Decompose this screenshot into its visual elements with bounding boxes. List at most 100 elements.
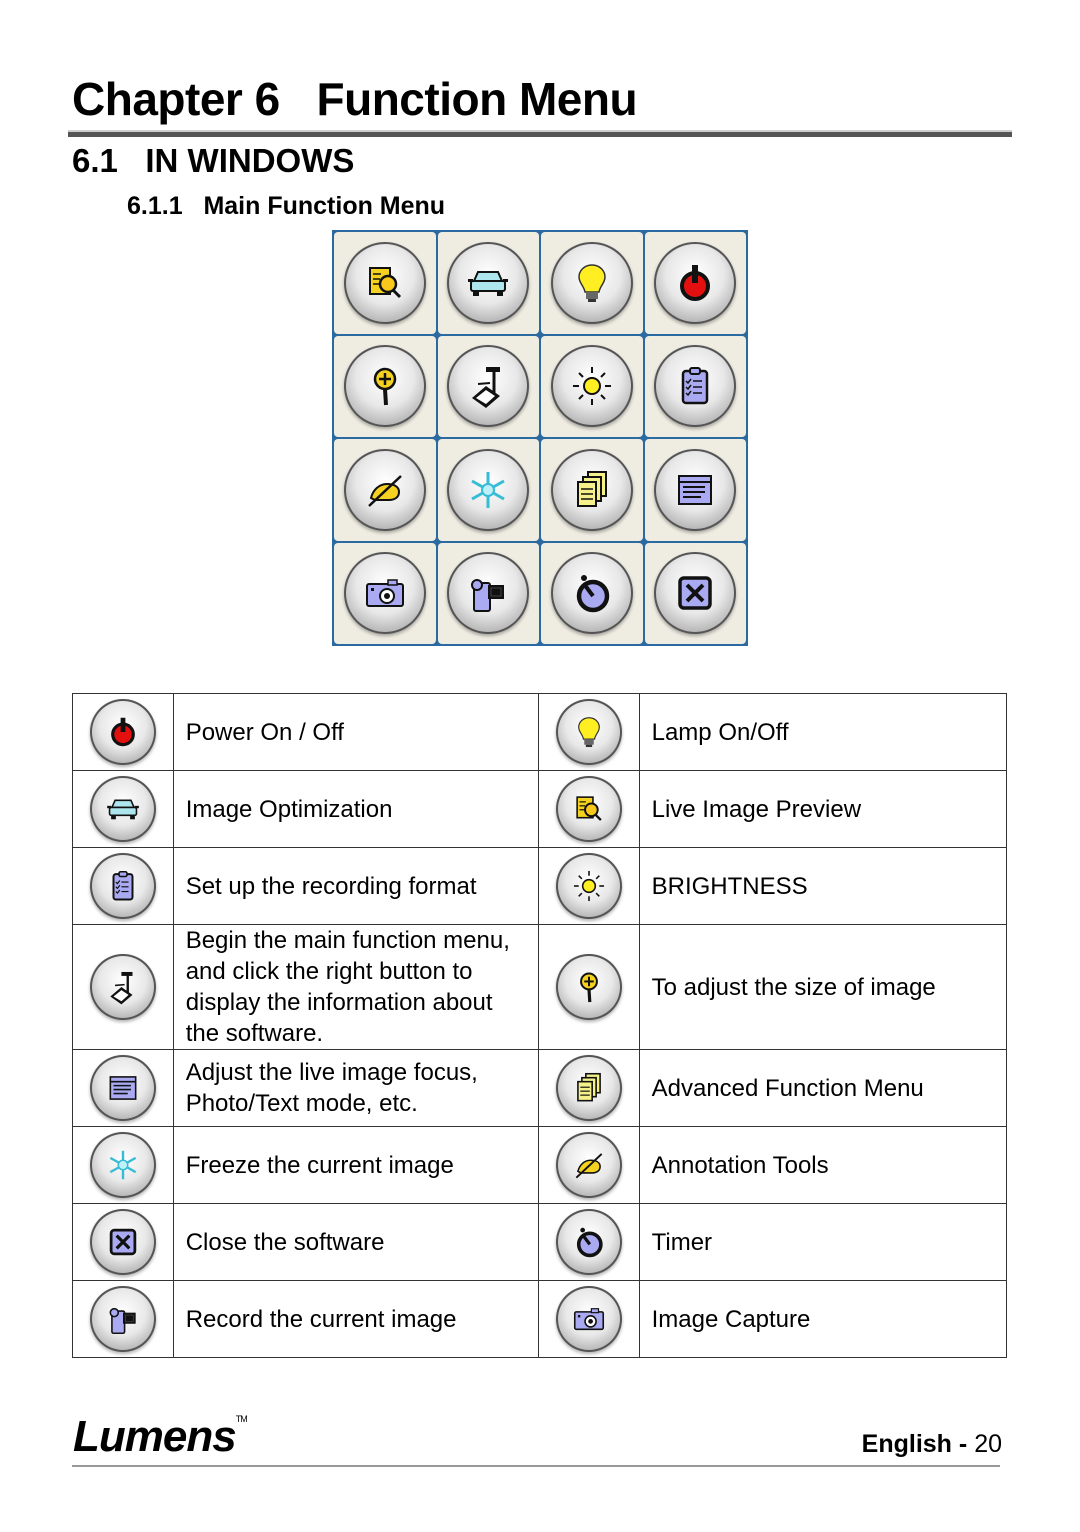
legend-description: Advanced Function Menu [638, 1049, 1008, 1127]
stacked-pages-button [555, 1055, 622, 1121]
menu-cell [644, 232, 746, 334]
camcorder-icon [104, 1300, 142, 1338]
close-box-icon [671, 569, 719, 617]
timer-icon [570, 1223, 608, 1261]
chapter-divider [68, 130, 1012, 137]
legend-row: Record the current image Image Capture [72, 1280, 1008, 1358]
menu-cell [334, 335, 436, 437]
settings-window-icon [671, 466, 719, 514]
timer-icon [568, 569, 616, 617]
document-camera-button[interactable] [447, 345, 530, 428]
menu-cell [334, 232, 436, 334]
legend-description: Timer [638, 1203, 1008, 1281]
camera-icon [570, 1300, 608, 1338]
legend-description: Annotation Tools [638, 1126, 1008, 1204]
sun-icon [570, 867, 608, 905]
footer-language: English [861, 1430, 952, 1458]
camera-button[interactable] [343, 552, 426, 635]
legend-icon-cell [72, 1049, 174, 1127]
car-icon [104, 790, 142, 828]
menu-cell [437, 439, 539, 541]
camcorder-icon [464, 569, 512, 617]
close-box-button [89, 1209, 156, 1275]
snowflake-button[interactable] [447, 448, 530, 531]
legend-row: Adjust the live image focus, Photo/Text … [72, 1049, 1008, 1127]
legend-icon-cell [537, 693, 640, 771]
live-preview-icon [570, 790, 608, 828]
settings-window-icon [104, 1069, 142, 1107]
legend-icon-cell [537, 770, 640, 848]
menu-cell [541, 335, 643, 437]
legend-icon-cell [537, 1049, 640, 1127]
legend-icon-cell [537, 847, 640, 925]
stacked-pages-icon [570, 1069, 608, 1107]
legend-description: BRIGHTNESS [638, 847, 1008, 925]
zoom-in-button [555, 954, 622, 1020]
subsection-heading: 6.1.1 Main Function Menu [127, 192, 446, 220]
camcorder-button [89, 1286, 156, 1352]
menu-cell [644, 335, 746, 437]
legend-description: Live Image Preview [638, 770, 1008, 848]
settings-window-button[interactable] [654, 448, 737, 531]
menu-cell [437, 335, 539, 437]
footer-divider [72, 1465, 1000, 1467]
sun-icon [568, 362, 616, 410]
menu-cell [541, 232, 643, 334]
document-camera-button [89, 954, 156, 1020]
legend-description: Freeze the current image [172, 1126, 539, 1204]
close-box-button[interactable] [654, 552, 737, 635]
zoom-in-button[interactable] [343, 345, 426, 428]
camcorder-button[interactable] [447, 552, 530, 635]
sun-button[interactable] [550, 345, 633, 428]
legend-description: Adjust the live image focus, Photo/Text … [172, 1049, 539, 1127]
legend-icon-cell [72, 1203, 174, 1281]
zoom-in-icon [361, 362, 409, 410]
annotation-hand-button[interactable] [343, 448, 426, 531]
power-icon [671, 259, 719, 307]
document-camera-icon [464, 362, 512, 410]
settings-window-button [89, 1055, 156, 1121]
legend-icon-cell [537, 1126, 640, 1204]
legend-icon-cell [537, 1280, 640, 1358]
lightbulb-button[interactable] [550, 241, 633, 324]
legend-row: Image Optimization Live Image Preview [72, 770, 1008, 848]
annotation-hand-icon [570, 1146, 608, 1184]
legend-row: Freeze the current image Annotation Tools [72, 1126, 1008, 1204]
car-button [89, 776, 156, 842]
menu-cell [541, 439, 643, 541]
legend-icon-cell [537, 1203, 640, 1281]
sun-button [555, 853, 622, 919]
legend-icon-cell [72, 847, 174, 925]
legend-description: Image Capture [638, 1280, 1008, 1358]
car-icon [464, 259, 512, 307]
legend-description: Set up the recording format [172, 847, 539, 925]
close-box-icon [104, 1223, 142, 1261]
section-heading: 6.1 IN WINDOWS [72, 142, 355, 179]
lightbulb-icon [570, 713, 608, 751]
lumens-logo: LumensTM [73, 1412, 248, 1462]
live-preview-button[interactable] [343, 241, 426, 324]
annotation-hand-icon [361, 466, 409, 514]
main-function-menu [332, 230, 748, 646]
trademark: TM [235, 1414, 248, 1424]
legend-row: Begin the main function menu, and click … [72, 924, 1008, 1050]
legend-description: Close the software [172, 1203, 539, 1281]
document-camera-icon [104, 968, 142, 1006]
clipboard-button[interactable] [654, 345, 737, 428]
timer-button[interactable] [550, 552, 633, 635]
car-button[interactable] [447, 241, 530, 324]
stacked-pages-icon [568, 466, 616, 514]
legend-description: To adjust the size of image [638, 924, 1008, 1050]
stacked-pages-button[interactable] [550, 448, 633, 531]
clipboard-button [89, 853, 156, 919]
lightbulb-icon [568, 259, 616, 307]
power-button[interactable] [654, 241, 737, 324]
legend-icon-cell [72, 924, 174, 1050]
brand-name: Lumens [73, 1412, 237, 1461]
legend-row: Set up the recording format BRIGHTNESS [72, 847, 1008, 925]
page-footer: English - 20 [862, 1430, 1002, 1459]
camera-button [555, 1286, 622, 1352]
power-icon [104, 713, 142, 751]
menu-cell [437, 232, 539, 334]
live-preview-icon [361, 259, 409, 307]
